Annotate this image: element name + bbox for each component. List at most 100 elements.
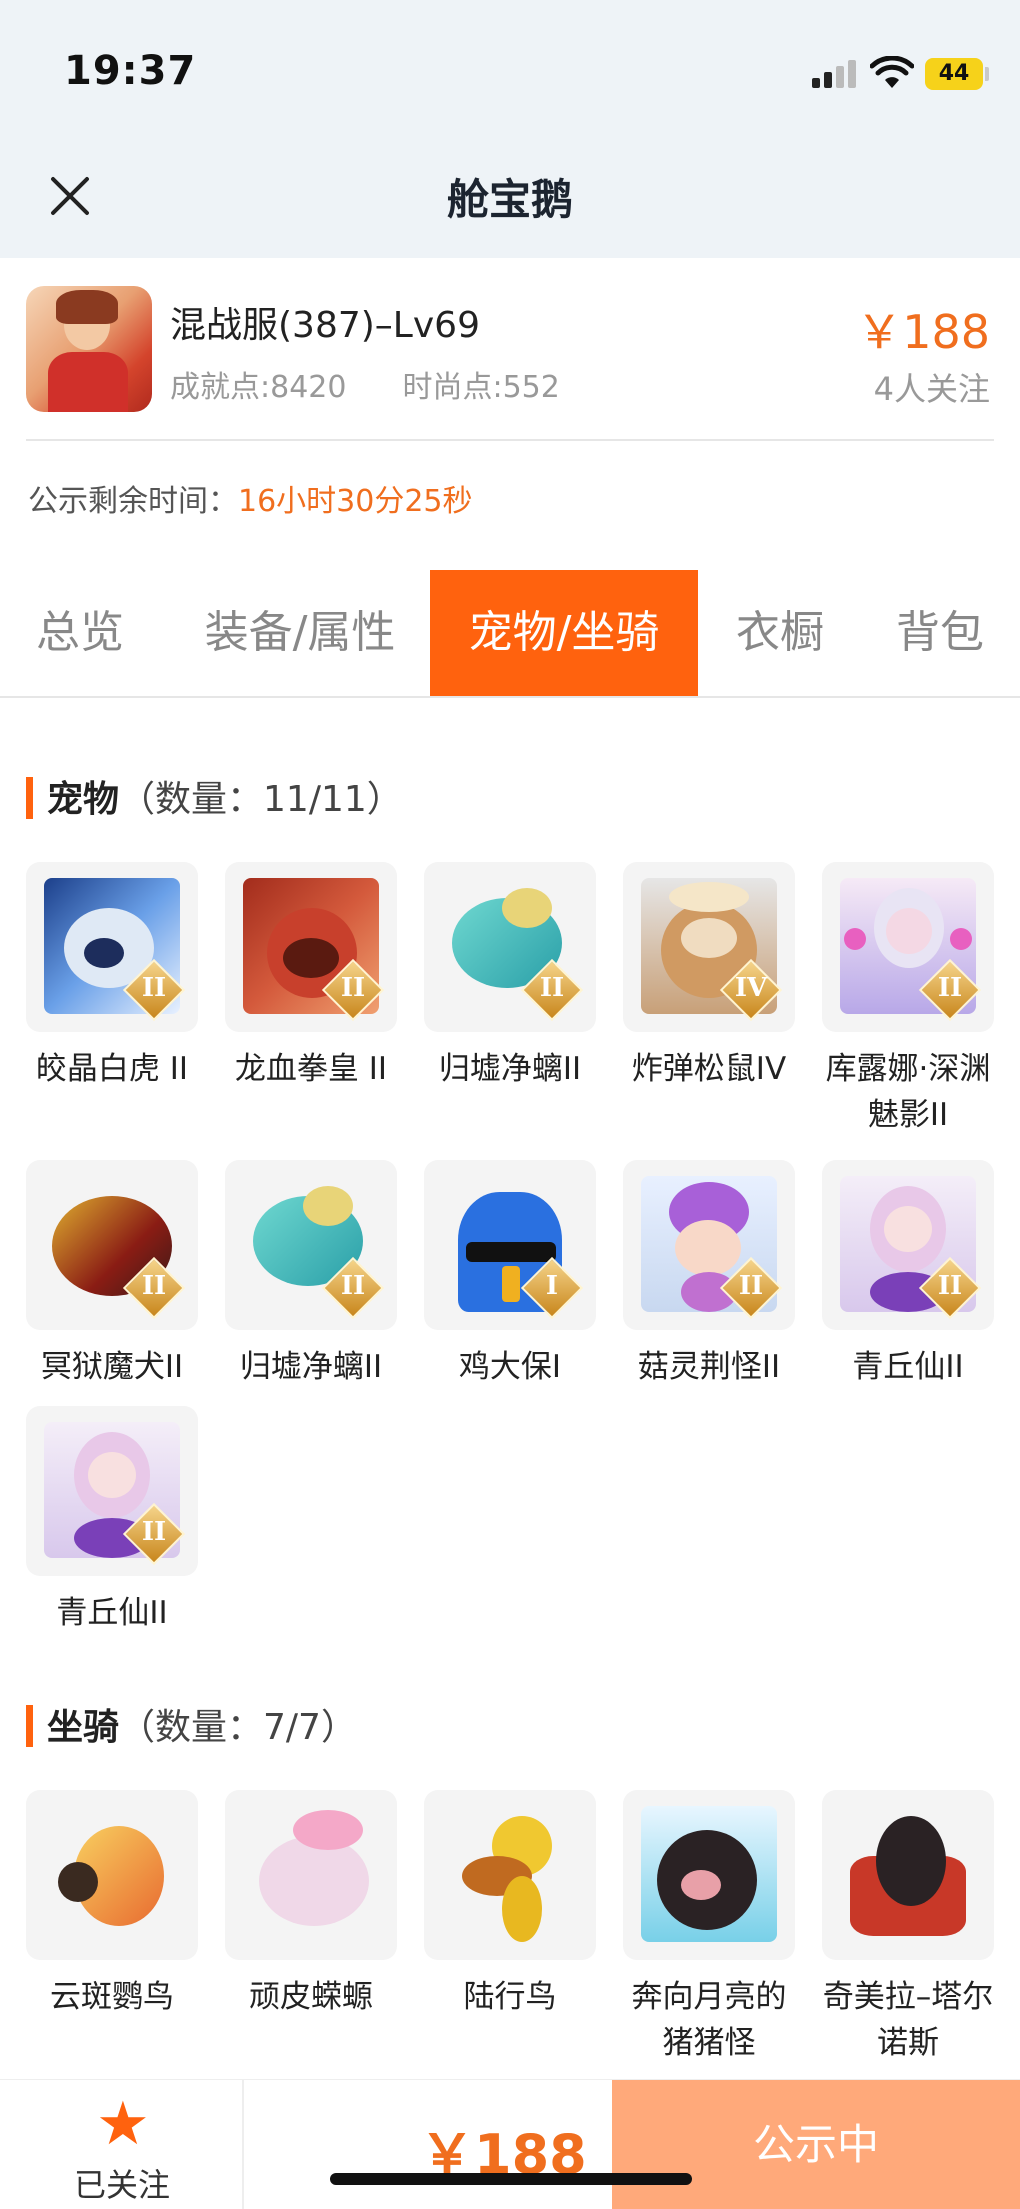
tier-badge: I xyxy=(545,1271,559,1301)
mount-image xyxy=(225,1790,397,1960)
character-avatar xyxy=(26,286,152,412)
tab-wardrobe[interactable]: 衣橱 xyxy=(710,570,850,696)
pet-name: 库露娜·深渊魅影II xyxy=(825,1051,991,1133)
pet-item[interactable]: II 归墟净螭II xyxy=(225,1160,397,1390)
tab-bar: 总览 装备/属性 宠物/坐骑 衣橱 背包 xyxy=(0,570,1020,698)
tier-badge: II xyxy=(738,1271,764,1301)
pet-name: 归墟净螭II xyxy=(438,1051,582,1087)
tier-badge: II xyxy=(340,973,366,1003)
top-bar: 19:37 44 舱宝鹅 xyxy=(0,0,1020,258)
publicity-status-button[interactable]: 公示中 xyxy=(612,2080,1020,2209)
pet-item[interactable]: II 青丘仙II xyxy=(26,1406,198,1636)
mount-name: 云斑鹦鸟 xyxy=(50,1979,174,2015)
pet-item[interactable]: II 归墟净螭II xyxy=(424,862,596,1092)
pets-section-title: 宠物（数量：11/11） xyxy=(26,770,403,822)
home-indicator[interactable] xyxy=(330,2173,692,2185)
pet-item[interactable]: II 皎晶白虎 II xyxy=(26,862,198,1092)
mount-item[interactable]: 奔向月亮的猪猪怪 xyxy=(623,1790,795,2066)
pet-item[interactable]: II 库露娜·深渊魅影II xyxy=(822,862,994,1138)
tier-badge: IV xyxy=(734,973,768,1003)
pet-name: 皎晶白虎 II xyxy=(35,1051,189,1087)
publicity-notice: 公示剩余时间：16小时30分25秒 xyxy=(28,476,473,520)
product-price: ￥188 xyxy=(856,305,990,359)
tier-badge: II xyxy=(141,1517,167,1547)
tier-badge: II xyxy=(141,1271,167,1301)
creature-artwork xyxy=(44,1806,180,1942)
tab-overview[interactable]: 总览 xyxy=(0,570,160,696)
mount-item[interactable]: 奇美拉–塔尔诺斯 xyxy=(822,1790,994,2066)
section-count: （数量：11/11） xyxy=(119,779,403,820)
tier-badge: II xyxy=(141,973,167,1003)
mount-name: 奔向月亮的猪猪怪 xyxy=(631,1979,787,2061)
pet-name: 冥狱魔犬II xyxy=(40,1349,184,1385)
pet-item[interactable]: II 菇灵荆怪II xyxy=(623,1160,795,1390)
mount-name: 顽皮蝾螈 xyxy=(249,1979,373,2015)
fashion-points: 时尚点:552 xyxy=(402,370,560,405)
pet-item[interactable]: IV 炸弹松鼠IV xyxy=(623,862,795,1092)
pet-name: 青丘仙II xyxy=(56,1595,168,1631)
mounts-section-title: 坐骑（数量：7/7） xyxy=(26,1698,357,1750)
notice-label: 公示剩余时间： xyxy=(28,484,238,519)
mount-image xyxy=(623,1790,795,1960)
pet-name: 菇灵荆怪II xyxy=(637,1349,781,1385)
pet-image: II xyxy=(623,1160,795,1330)
creature-artwork xyxy=(442,1806,578,1942)
pet-name: 炸弹松鼠IV xyxy=(631,1051,787,1087)
mount-image xyxy=(26,1790,198,1960)
pet-image: II xyxy=(26,1160,198,1330)
wifi-icon xyxy=(869,55,915,90)
tab-equipment[interactable]: 装备/属性 xyxy=(180,570,420,696)
section-title-text: 坐骑 xyxy=(47,1707,120,1748)
pet-image: I xyxy=(424,1160,596,1330)
follower-count: 4人关注 xyxy=(873,370,990,408)
battery-icon: 44 xyxy=(925,58,983,90)
creature-artwork xyxy=(641,1806,777,1942)
pet-image: II xyxy=(225,862,397,1032)
tier-badge: II xyxy=(937,1271,963,1301)
product-title: 混战服(387)–Lv69 xyxy=(170,305,480,346)
page-title: 舱宝鹅 xyxy=(446,175,573,224)
tier-badge: II xyxy=(340,1271,366,1301)
battery-tip xyxy=(985,67,989,81)
follow-button[interactable]: ★ 已关注 xyxy=(0,2080,244,2209)
mount-item[interactable]: 云斑鹦鸟 xyxy=(26,1790,198,2020)
tier-badge: II xyxy=(539,973,565,1003)
bottom-action-bar: ★ 已关注 ￥188 公示中 xyxy=(0,2079,1020,2209)
mount-item[interactable]: 陆行鸟 xyxy=(424,1790,596,2020)
product-stats: 成就点:8420 时尚点:552 xyxy=(170,362,560,406)
pet-item[interactable]: II 冥狱魔犬II xyxy=(26,1160,198,1390)
mount-image xyxy=(424,1790,596,1960)
tab-pets-mounts[interactable]: 宠物/坐骑 xyxy=(430,570,698,696)
pet-item[interactable]: II 青丘仙II xyxy=(822,1160,994,1390)
creature-artwork xyxy=(840,1806,976,1942)
pet-item[interactable]: II 龙血拳皇 II xyxy=(225,862,397,1092)
product-header[interactable]: 混战服(387)–Lv69 成就点:8420 时尚点:552 ￥188 4人关注 xyxy=(0,258,1020,440)
section-accent-bar xyxy=(26,777,33,819)
pet-image: IV xyxy=(623,862,795,1032)
pet-image: II xyxy=(822,862,994,1032)
achievement-points: 成就点:8420 xyxy=(170,370,347,405)
pet-name: 鸡大保I xyxy=(458,1349,562,1385)
signal-icon xyxy=(812,60,856,88)
mount-item[interactable]: 顽皮蝾螈 xyxy=(225,1790,397,2020)
pet-name: 归墟净螭II xyxy=(239,1349,383,1385)
status-time: 19:37 xyxy=(64,48,197,94)
star-icon: ★ xyxy=(96,2089,150,2159)
mount-image xyxy=(822,1790,994,1960)
tab-backpack[interactable]: 背包 xyxy=(870,570,1010,696)
section-count: （数量：7/7） xyxy=(119,1707,357,1748)
creature-artwork xyxy=(243,1806,379,1942)
follow-label: 已关注 xyxy=(73,2166,170,2204)
section-accent-bar xyxy=(26,1705,33,1747)
divider xyxy=(26,439,994,441)
pet-image: II xyxy=(822,1160,994,1330)
pet-image: II xyxy=(26,1406,198,1576)
tier-badge: II xyxy=(937,973,963,1003)
section-title-text: 宠物 xyxy=(47,779,120,820)
pet-item[interactable]: I 鸡大保I xyxy=(424,1160,596,1390)
pet-name: 龙血拳皇 II xyxy=(234,1051,388,1087)
pet-image: II xyxy=(26,862,198,1032)
pet-image: II xyxy=(424,862,596,1032)
pet-image: II xyxy=(225,1160,397,1330)
pet-name: 青丘仙II xyxy=(852,1349,964,1385)
